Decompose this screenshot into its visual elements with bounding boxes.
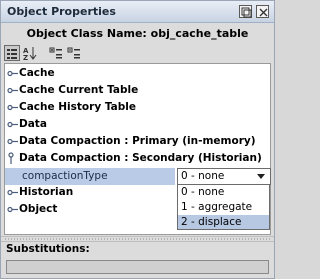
group-label: Historian	[19, 186, 74, 198]
option-none[interactable]: 0 - none	[178, 185, 269, 199]
collapse-all-icon[interactable]	[66, 45, 82, 61]
title-bar: Object Properties	[1, 1, 274, 23]
group-row-data-compaction-secondary[interactable]: Data Compaction : Secondary (Historian)	[5, 151, 270, 166]
group-label: Object	[19, 203, 58, 215]
compaction-type-dropdown-list: 0 - none 1 - aggregate 2 - displace	[177, 184, 270, 230]
categorized-view-icon[interactable]	[4, 45, 20, 61]
chevron-down-icon[interactable]	[252, 169, 270, 184]
property-name: compactionType	[5, 168, 175, 185]
option-displace[interactable]: 2 - displace	[178, 215, 269, 229]
group-label: Data	[19, 118, 47, 130]
sort-alpha-icon[interactable]: AZ	[22, 45, 38, 62]
property-row-compaction-type: compactionType 0 - none	[5, 168, 271, 185]
property-tree: Cache Cache Current Table Cache History …	[4, 63, 271, 235]
toolbar: AZ	[1, 43, 274, 63]
group-label: Data Compaction : Secondary (Historian)	[19, 152, 262, 164]
restore-icon[interactable]	[239, 5, 252, 18]
group-label: Data Compaction : Primary (in-memory)	[19, 135, 256, 147]
group-label: Cache History Table	[19, 101, 136, 113]
window-title: Object Properties	[7, 5, 116, 18]
group-row-data[interactable]: Data	[5, 117, 270, 132]
object-class-name: Object Class Name: obj_cache_table	[1, 24, 274, 43]
substitutions-field[interactable]	[6, 260, 269, 274]
substitutions-label: Substitutions:	[6, 243, 90, 255]
close-icon[interactable]	[256, 5, 269, 18]
group-row-cache[interactable]: Cache	[5, 66, 270, 81]
svg-text:Z: Z	[23, 54, 28, 61]
group-row-cache-history-table[interactable]: Cache History Table	[5, 100, 270, 115]
group-row-data-compaction-primary[interactable]: Data Compaction : Primary (in-memory)	[5, 134, 270, 149]
select-value: 0 - none	[181, 170, 225, 182]
group-label: Cache	[19, 67, 55, 79]
group-label: Cache Current Table	[19, 84, 139, 96]
object-properties-window: Object Properties Object Class Name: obj…	[0, 0, 275, 279]
panel-splitter[interactable]	[1, 236, 274, 242]
expand-all-icon[interactable]	[48, 45, 64, 61]
splitter-grip	[4, 238, 271, 240]
group-row-cache-current-table[interactable]: Cache Current Table	[5, 83, 270, 98]
option-aggregate[interactable]: 1 - aggregate	[178, 200, 269, 214]
compaction-type-select[interactable]: 0 - none	[177, 168, 271, 185]
